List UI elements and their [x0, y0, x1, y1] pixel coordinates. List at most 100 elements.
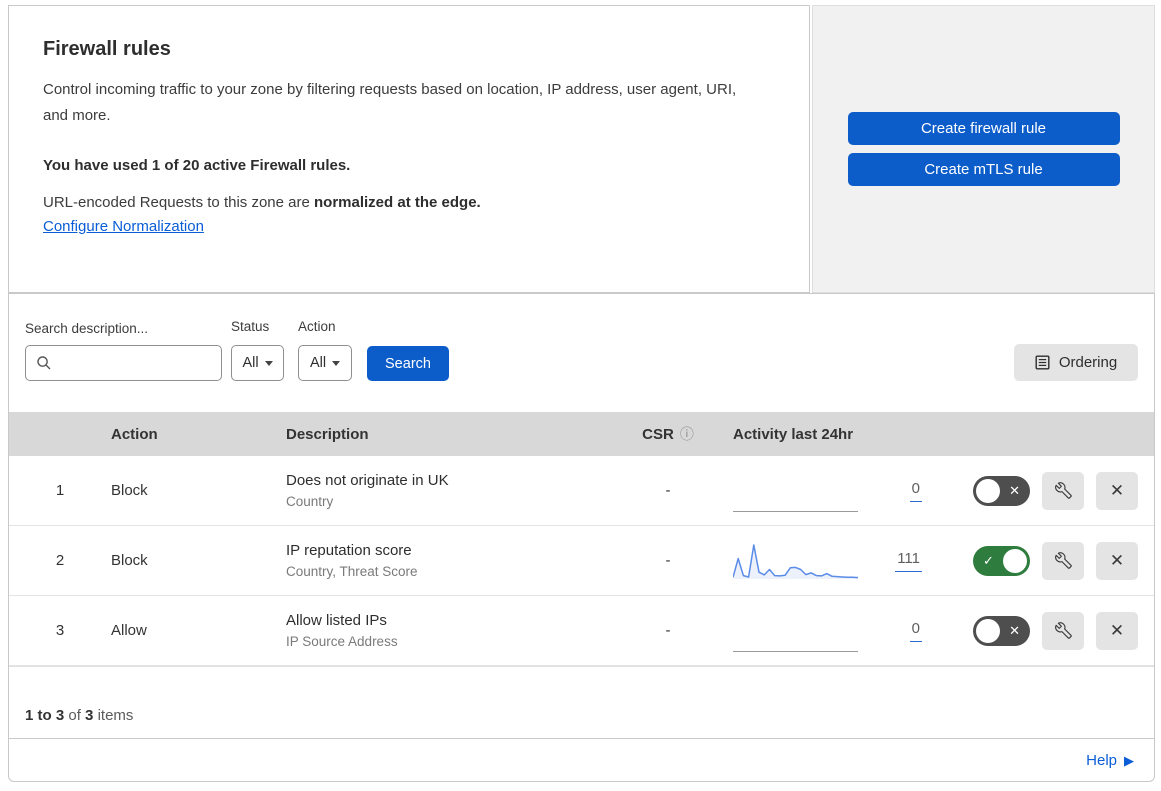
column-csr-label: CSR [642, 425, 674, 443]
rule-action: Block [111, 482, 148, 499]
close-icon: ✕ [1109, 620, 1125, 640]
rule-controls: ✓ ✕ ✕ [948, 471, 1138, 510]
column-activity: Activity last 24hr [733, 425, 854, 443]
close-icon: ✕ [1109, 550, 1125, 570]
rule-action: Allow [111, 622, 147, 639]
rule-description-fields: Country [286, 494, 334, 509]
rule-description-title: IP reputation score [286, 542, 412, 559]
rule-description-fields: IP Source Address [286, 634, 398, 649]
delete-rule-button[interactable]: ✕ [1096, 471, 1138, 510]
info-icon[interactable]: ⓘ [680, 424, 694, 444]
rule-csr-value: - [665, 622, 671, 639]
check-icon: ✓ [983, 552, 994, 568]
usage-summary: You have used 1 of 20 active Firewall ru… [43, 157, 351, 174]
wrench-icon [1054, 622, 1072, 639]
activity-sparkline-flat [733, 470, 858, 512]
table-header-row: Action Description CSR ⓘ Activity last 2… [9, 412, 1154, 456]
rule-csr-value: - [665, 552, 671, 569]
pagination-range: 1 to 3 [25, 706, 65, 724]
pagination-of: of [64, 706, 86, 724]
toggle-knob [1003, 548, 1027, 573]
cta-panel: Create firewall rule Create mTLS rule [812, 5, 1155, 293]
rule-priority: 2 [55, 552, 65, 569]
ordering-button[interactable]: Ordering [1014, 344, 1138, 381]
rule-description-fields: Country, Threat Score [286, 564, 418, 579]
delete-rule-button[interactable]: ✕ [1096, 541, 1138, 580]
edit-rule-button[interactable] [1042, 471, 1084, 510]
rule-action: Block [111, 552, 148, 569]
ordering-list-icon [1035, 355, 1050, 370]
help-link-label: Help [1086, 751, 1117, 769]
normalization-note: URL-encoded Requests to this zone are no… [43, 194, 769, 211]
rule-enabled-toggle[interactable]: ✓ ✕ [973, 545, 1030, 576]
x-icon: ✕ [1009, 482, 1020, 498]
column-description: Description [286, 425, 369, 443]
action-filter-label: Action [298, 319, 336, 334]
activity-count-link[interactable]: 111 [895, 550, 922, 572]
status-filter-dropdown[interactable]: All [231, 345, 284, 381]
ordering-button-label: Ordering [1058, 354, 1118, 371]
help-bar: Help ▶ [8, 738, 1155, 782]
table-row: 2 Block IP reputation score Country, Thr… [9, 526, 1154, 596]
pagination-status: 1 to 3 of 3 items [9, 666, 1154, 737]
activity-sparkline-flat [733, 610, 858, 652]
create-firewall-rule-button[interactable]: Create firewall rule [847, 112, 1120, 145]
normalization-note-bold: normalized at the edge. [314, 194, 481, 211]
rule-priority: 3 [55, 622, 65, 639]
search-button[interactable]: Search [367, 346, 449, 381]
toggle-knob [976, 478, 1000, 503]
status-filter-value: All [242, 355, 259, 371]
rule-activity-cell: 0 [733, 470, 948, 512]
activity-count-link[interactable]: 0 [909, 480, 922, 502]
edit-rule-button[interactable] [1042, 541, 1084, 580]
caret-down-icon [264, 360, 273, 366]
rule-enabled-toggle[interactable]: ✓ ✕ [973, 475, 1030, 506]
sparkline-chart [732, 543, 859, 579]
close-icon: ✕ [1109, 480, 1125, 500]
search-input[interactable] [25, 345, 222, 381]
edit-rule-button[interactable] [1042, 611, 1084, 650]
search-description-label: Search description... [25, 321, 149, 336]
activity-sparkline [732, 540, 859, 582]
search-icon [37, 356, 51, 370]
table-row: 3 Allow Allow listed IPs IP Source Addre… [9, 596, 1154, 666]
rule-description: IP reputation score Country, Threat Scor… [286, 542, 603, 579]
help-link[interactable]: Help ▶ [1086, 752, 1134, 769]
rule-controls: ✓ ✕ ✕ [948, 541, 1138, 580]
rule-description: Allow listed IPs IP Source Address [286, 612, 603, 649]
rule-activity-cell: 111 [732, 540, 948, 582]
normalization-note-text: URL-encoded Requests to this zone are [43, 194, 314, 211]
rule-description-title: Allow listed IPs [286, 612, 387, 629]
intro-section: Firewall rules Control incoming traffic … [8, 5, 1155, 293]
table-row: 1 Block Does not originate in UK Country… [9, 456, 1154, 526]
create-mtls-rule-button[interactable]: Create mTLS rule [847, 153, 1120, 186]
rule-description: Does not originate in UK Country [286, 472, 603, 509]
action-filter-value: All [309, 355, 327, 371]
rule-enabled-toggle[interactable]: ✓ ✕ [973, 615, 1030, 646]
help-arrow-icon: ▶ [1124, 752, 1134, 768]
rule-description-title: Does not originate in UK [286, 472, 449, 489]
rule-controls: ✓ ✕ ✕ [948, 611, 1138, 650]
delete-rule-button[interactable]: ✕ [1096, 611, 1138, 650]
rules-list-card: Search description... Status All Action … [8, 293, 1155, 739]
page-title: Firewall rules [43, 38, 171, 60]
pagination-total: 3 [85, 706, 94, 724]
x-icon: ✕ [1009, 622, 1020, 638]
wrench-icon [1054, 482, 1072, 499]
intro-description: Control incoming traffic to your zone by… [43, 81, 737, 124]
activity-count-link[interactable]: 0 [909, 620, 922, 642]
column-action: Action [111, 425, 158, 443]
firewall-intro-card: Firewall rules Control incoming traffic … [8, 5, 810, 293]
rule-csr-value: - [665, 482, 671, 499]
column-csr: CSR ⓘ [642, 424, 694, 444]
wrench-icon [1054, 552, 1072, 569]
rule-priority: 1 [55, 482, 65, 499]
filter-bar: Search description... Status All Action … [9, 294, 1154, 412]
caret-down-icon [332, 360, 341, 366]
pagination-items: items [93, 706, 134, 724]
configure-normalization-link[interactable]: Configure Normalization [43, 218, 204, 235]
rule-activity-cell: 0 [733, 610, 948, 652]
toggle-knob [976, 618, 1000, 643]
action-filter-dropdown[interactable]: All [298, 345, 352, 381]
status-filter-label: Status [231, 319, 270, 334]
